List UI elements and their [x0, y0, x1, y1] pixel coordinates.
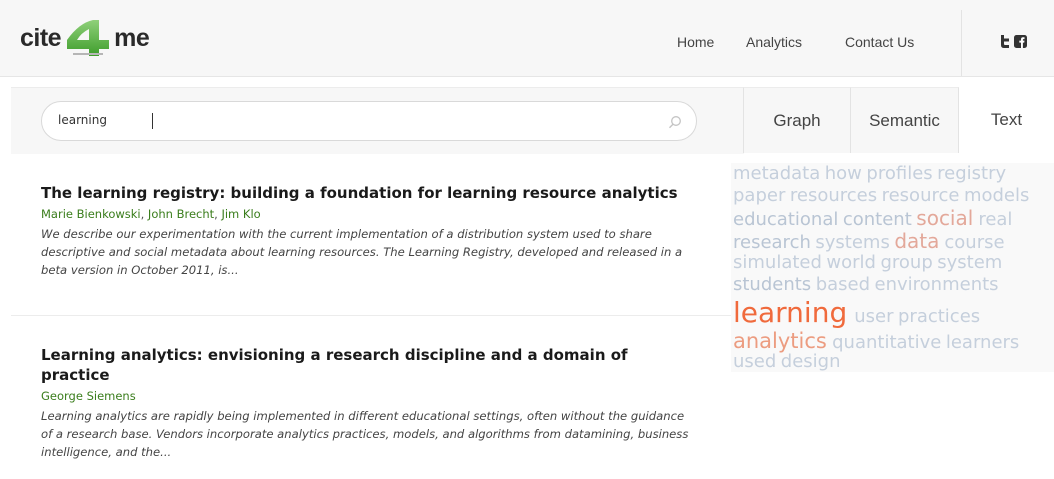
cloud-word[interactable]: practices [898, 306, 980, 327]
text-caret [152, 113, 153, 129]
cloud-word[interactable]: used [733, 351, 776, 372]
logo-text-cite: cite [20, 23, 62, 52]
cloud-word[interactable]: models [964, 185, 1029, 206]
cloud-word[interactable]: group [880, 252, 932, 273]
tab-semantic[interactable]: Semantic [851, 87, 959, 153]
result-abstract: We describe our experimentation with the… [41, 227, 683, 277]
cloud-word[interactable]: social [916, 206, 973, 230]
logo-number-mark [67, 20, 110, 56]
list-item: The learning registry: building a founda… [41, 183, 691, 279]
cloud-word[interactable]: how [825, 163, 862, 184]
cloud-word[interactable]: learning [733, 296, 847, 329]
word-cloud-line: metadata how profiles registry [733, 163, 1011, 185]
cloud-word[interactable]: based [816, 274, 870, 295]
cloud-word[interactable]: design [781, 351, 841, 372]
word-cloud-line: simulated world group system [733, 252, 1007, 274]
cloud-word[interactable]: course [944, 232, 1004, 253]
header-divider [961, 10, 962, 76]
list-item: Learning analytics: envisioning a resear… [41, 345, 691, 461]
facebook-icon[interactable] [1014, 33, 1027, 52]
search-box[interactable] [41, 101, 697, 141]
cloud-word[interactable]: user [854, 306, 893, 327]
author-link[interactable]: George Siemens [41, 389, 136, 403]
cloud-word[interactable]: analytics [733, 329, 827, 353]
result-title[interactable]: The learning registry: building a founda… [41, 183, 691, 203]
cloud-word[interactable]: systems [815, 232, 889, 253]
cloud-word[interactable]: world [826, 252, 876, 273]
cloud-word[interactable]: content [843, 209, 912, 230]
author-link[interactable]: John Brecht [148, 207, 214, 221]
author-link[interactable]: Jim Klo [221, 207, 260, 221]
tab-graph[interactable]: Graph [743, 87, 851, 153]
word-cloud-line: analytics quantitative learners [733, 330, 1024, 354]
result-divider [11, 315, 733, 316]
view-tabs: Graph Semantic Text [743, 87, 1054, 153]
cloud-word[interactable]: real [978, 209, 1012, 230]
word-cloud: metadata how profiles registry paper resourc… [731, 163, 1054, 372]
cloud-word[interactable]: educational [733, 209, 838, 230]
search-input[interactable] [58, 113, 658, 127]
result-authors: Marie Bienkowski, John Brecht, Jim Klo [41, 207, 261, 221]
author-link[interactable]: Marie Bienkowski [41, 207, 141, 221]
cloud-word[interactable]: research [733, 232, 811, 253]
cloud-word[interactable]: paper [733, 185, 785, 206]
word-cloud-line: students based environments [733, 274, 1003, 296]
cloud-word[interactable]: quantitative [832, 332, 941, 353]
cloud-word[interactable]: environments [875, 274, 999, 295]
nav-contact-us[interactable]: Contact Us [845, 34, 914, 50]
word-cloud-line: paper resources resource models [733, 185, 1034, 207]
cloud-word[interactable]: simulated [733, 252, 822, 273]
cloud-word[interactable]: resource [882, 185, 960, 206]
logo[interactable]: cite me [20, 18, 150, 58]
result-abstract: Learning analytics are rapidly being imp… [41, 409, 689, 459]
result-authors: George Siemens [41, 388, 691, 404]
nav-home[interactable]: Home [677, 34, 714, 50]
logo-text-me: me [114, 23, 150, 52]
result-title[interactable]: Learning analytics: envisioning a resear… [41, 345, 691, 385]
cloud-word[interactable]: data [894, 229, 939, 253]
cloud-word[interactable]: system [937, 252, 1002, 273]
twitter-icon[interactable] [999, 33, 1011, 52]
cloud-word[interactable]: metadata [733, 163, 820, 184]
cloud-word[interactable]: learners [946, 332, 1019, 353]
social-links [999, 33, 1027, 52]
word-cloud-line: used design [733, 352, 845, 372]
cloud-word[interactable]: students [733, 274, 811, 295]
nav-analytics[interactable]: Analytics [746, 34, 802, 50]
cloud-word[interactable]: resources [790, 185, 877, 206]
top-header: cite me Home Analytics Contact Us [0, 0, 1054, 77]
word-cloud-line: research systems data course [733, 230, 1009, 254]
cloud-word[interactable]: registry [937, 163, 1006, 184]
search-icon[interactable] [668, 114, 682, 133]
tab-text[interactable]: Text [959, 87, 1054, 153]
cloud-word[interactable]: profiles [866, 163, 932, 184]
word-cloud-line: educational content social real [733, 207, 1017, 231]
